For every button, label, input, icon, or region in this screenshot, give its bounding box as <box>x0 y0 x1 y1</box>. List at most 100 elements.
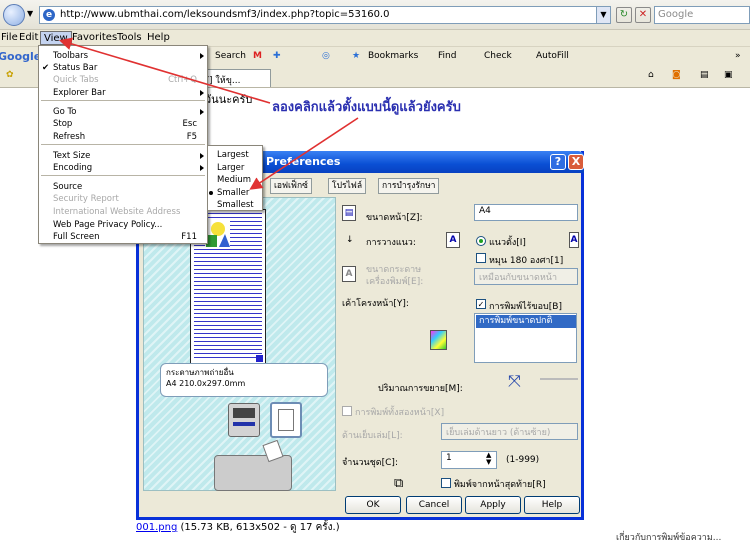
view-menu-item-stop[interactable]: Stop <box>53 118 72 130</box>
paper-size-select[interactable]: A4 <box>474 204 578 221</box>
menu-separator <box>41 144 205 145</box>
view-menu-item-source[interactable]: Source <box>53 181 82 193</box>
view-menu: Toolbars ✔ Status Bar Quick Tabs Ctrl+Q Explo… <box>38 45 208 244</box>
copies-range: (1-999) <box>506 455 540 465</box>
print-last-page-first-label: พิมพ์จากหน้าสุดท้าย[R] <box>454 480 546 490</box>
layout-color-icon <box>430 330 447 350</box>
view-menu-item-international-website-address: International Website Address <box>53 207 181 217</box>
stapling-side-select[interactable]: เย็บเล่มด้านยาว (ด้านซ้าย) <box>441 423 578 440</box>
reverse-order-icon: ⧉ <box>394 476 404 491</box>
google-logo: Google <box>0 50 42 63</box>
search-input[interactable]: Google <box>654 6 750 24</box>
star-icon[interactable]: ★ <box>352 51 360 61</box>
menu-separator <box>41 175 205 176</box>
share-icon[interactable]: ✚ <box>273 51 281 61</box>
ok-button[interactable]: OK <box>345 496 401 514</box>
autofill-button[interactable]: AutoFill <box>536 51 569 61</box>
view-menu-item-refresh[interactable]: Refresh <box>53 131 85 143</box>
printer-paper-label: ขนาดกระดาษ เครื่องพิมพ์[E]: <box>366 265 424 287</box>
orientation-arrow-icon: ↓ <box>346 235 354 245</box>
view-menu-item-encoding[interactable]: Encoding <box>53 162 92 174</box>
attachment-info: (15.73 KB, 613x502 - ดู 17 ครั้ง.) <box>180 522 340 533</box>
view-menu-item-explorer-bar[interactable]: Explorer Bar <box>53 87 106 99</box>
borderless-label: การพิมพ์ไร้ขอบ[B] <box>489 302 562 312</box>
print-last-page-first-checkbox[interactable] <box>441 478 451 488</box>
submenu-arrow-icon <box>200 90 204 96</box>
annotation-text: ลองคลิกแล้วตั้งแบบนี้ดูแล้วยังครับ <box>272 100 461 115</box>
dialog-close-button[interactable]: X <box>568 154 584 170</box>
tab-profile[interactable]: โปรไฟล์ <box>328 178 367 194</box>
dialog-help-button[interactable]: ? <box>550 154 566 170</box>
attachment-link[interactable]: 001.png <box>136 522 177 533</box>
go-icon[interactable]: ↻ <box>616 7 632 23</box>
blog-icon[interactable]: ◎ <box>322 51 330 61</box>
view-menu-item-quick-tabs: Quick Tabs <box>53 75 99 85</box>
view-menu-item-text-size[interactable]: Text Size <box>53 150 90 162</box>
tab-label: ั] ให้ขุ... <box>209 76 241 86</box>
address-bar[interactable]: e http://www.ubmthai.com/leksoundsmf3/in… <box>39 6 611 24</box>
text-size-larger[interactable]: Larger <box>217 162 244 174</box>
menu-bar: File Edit View Favorites Tools Help <box>0 30 750 46</box>
text-size-largest[interactable]: Largest <box>217 149 249 161</box>
paper-size-icon: ▤ <box>342 205 356 221</box>
text-size-medium[interactable]: Medium <box>217 174 251 186</box>
tab-current[interactable]: ั] ให้ขุ... <box>205 69 271 87</box>
chevron-down-icon[interactable]: ▼ <box>27 9 33 18</box>
selected-dot-icon <box>209 190 213 195</box>
cancel-button[interactable]: Cancel <box>406 496 462 514</box>
rotate-180-checkbox[interactable] <box>476 253 486 263</box>
bookmarks-button[interactable]: Bookmarks <box>368 51 418 61</box>
printer-paper-select[interactable]: เหมือนกับขนาดหน้า <box>474 268 578 285</box>
google-search-button[interactable]: Search <box>215 51 246 61</box>
toolbar-overflow-icon[interactable]: » <box>735 51 741 61</box>
view-menu-item-status-bar[interactable]: Status Bar <box>53 62 97 74</box>
page-layout-list[interactable]: การพิมพ์ขนาดปกติ <box>474 313 577 363</box>
address-dropdown-icon[interactable]: ▼ <box>596 7 610 23</box>
menu-tools[interactable]: Tools <box>114 31 145 45</box>
submenu-arrow-icon <box>200 153 204 159</box>
tab-effects[interactable]: เอฟเฟ็กซ์ <box>270 178 312 194</box>
preview-image-icon <box>205 221 230 248</box>
back-button[interactable] <box>3 4 25 26</box>
text-size-smaller[interactable]: Smaller <box>217 187 249 199</box>
find-button[interactable]: Find <box>438 51 456 61</box>
submenu-arrow-icon <box>200 53 204 59</box>
view-menu-shortcut: Esc <box>182 119 197 129</box>
copies-spinner-icon[interactable]: ▲ ▼ <box>486 452 491 466</box>
view-menu-item-full-screen[interactable]: Full Screen <box>53 231 99 243</box>
portrait-icon: A <box>446 232 460 248</box>
menu-help[interactable]: Help <box>144 31 173 45</box>
sheet-icon <box>270 402 302 438</box>
rotate-180-label: หมุน 180 องศา[1] <box>489 256 564 266</box>
print-icon[interactable]: ▤ <box>700 70 709 80</box>
menu-edit[interactable]: Edit <box>16 31 41 45</box>
address-url[interactable]: http://www.ubmthai.com/leksoundsmf3/inde… <box>60 9 389 20</box>
menu-view[interactable]: View <box>40 31 72 45</box>
portrait-radio[interactable] <box>476 236 486 246</box>
footer-text: เกี่ยวกับการพิมพ์ข้อความ... <box>616 533 722 543</box>
view-menu-item-web-page-privacy-policy[interactable]: Web Page Privacy Policy... <box>53 219 162 231</box>
favorites-star-icon[interactable]: ✿ <box>6 70 14 80</box>
extension-slider[interactable] <box>540 378 578 380</box>
view-menu-item-toolbars[interactable]: Toolbars <box>53 50 88 62</box>
view-menu-shortcut: Ctrl+Q <box>168 75 197 85</box>
menu-favorites[interactable]: Favorites <box>69 31 120 45</box>
feeds-icon[interactable]: ◙ <box>672 70 681 80</box>
tab-maintenance[interactable]: การบำรุงรักษา <box>378 178 440 194</box>
gmail-icon[interactable]: M <box>253 51 262 61</box>
page-icon: e <box>43 9 55 21</box>
text-size-smallest[interactable]: Smallest <box>217 199 254 211</box>
portrait-label: แนวตั้ง[I] <box>489 238 526 248</box>
check-button[interactable]: Check <box>484 51 512 61</box>
home-icon[interactable]: ⌂ <box>648 70 654 80</box>
stop-icon[interactable]: ✕ <box>635 7 651 23</box>
borderless-checkbox[interactable]: ✓ <box>476 299 486 309</box>
page-menu-icon[interactable]: ▣ <box>724 70 733 80</box>
extension-icon: ⤧ <box>508 371 521 390</box>
view-menu-item-go-to[interactable]: Go To <box>53 106 76 118</box>
apply-button[interactable]: Apply <box>465 496 521 514</box>
layout-list-selected[interactable]: การพิมพ์ขนาดปกติ <box>476 315 576 328</box>
duplex-checkbox[interactable] <box>342 406 352 416</box>
page-layout-label: เค้าโครงหน้า[Y]: <box>342 299 409 309</box>
help-button[interactable]: Help <box>524 496 580 514</box>
